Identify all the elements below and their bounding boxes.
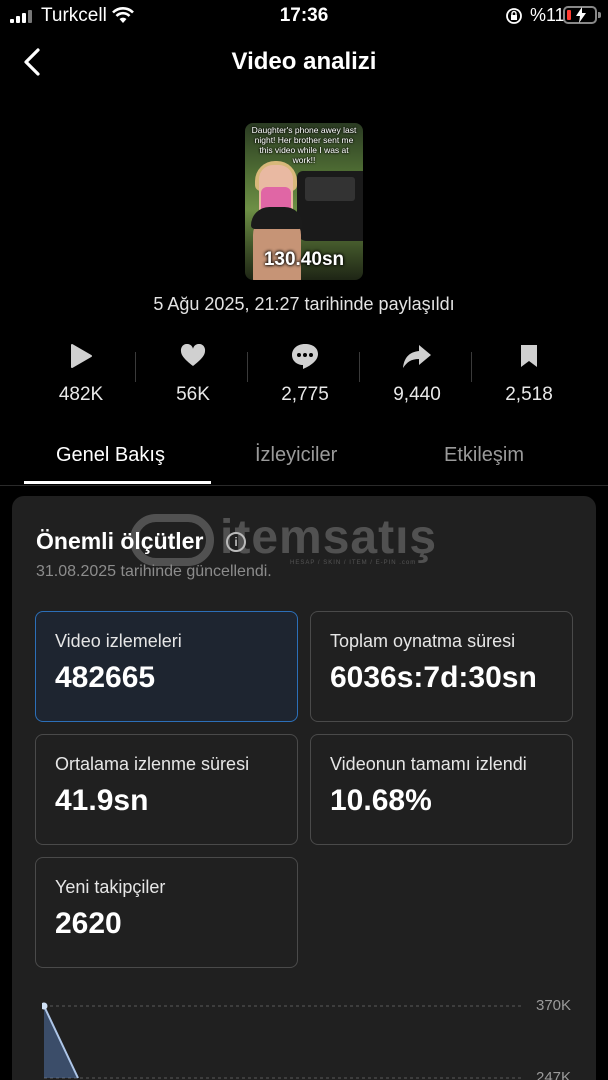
stat-divider — [247, 352, 248, 382]
engagement-stats: 482K 56K 2,775 9,440 2,518 — [25, 340, 585, 410]
stat-divider — [359, 352, 360, 382]
data-point — [42, 1002, 48, 1010]
battery-icon — [563, 6, 597, 24]
metric-value: 6036s:7d:30sn — [330, 661, 537, 694]
video-duration: 130.40sn — [263, 249, 345, 270]
stat-likes: 56K — [137, 340, 249, 410]
stat-views: 482K — [25, 340, 137, 410]
metric-label: Yeni takipçiler — [55, 877, 166, 897]
stat-value: 482K — [58, 384, 104, 405]
bookmark-icon — [521, 345, 537, 367]
metric-label: Toplam oynatma süresi — [330, 631, 516, 651]
shared-date: 5 Ağu 2025, 21:27 tarihinde paylaşıldı — [153, 294, 455, 314]
info-icon[interactable]: i — [226, 532, 246, 552]
metric-value: 10.68% — [330, 784, 432, 817]
metric-label: Video izlemeleri — [55, 631, 182, 651]
video-caption: Daughter's phone awey last night! Her br… — [251, 125, 357, 165]
metric-label: Videonun tamamı izlendi — [330, 754, 527, 774]
metric-video-views[interactable]: Video izlemeleri 482665 — [35, 611, 298, 722]
video-thumbnail[interactable]: Daughter's phone awey last night! Her br… — [245, 123, 363, 280]
page-title: Video analizi — [231, 48, 377, 75]
metric-new-followers[interactable]: Yeni takipçiler 2620 — [35, 857, 298, 968]
stat-value: 2,518 — [505, 384, 553, 405]
key-metrics-card: itemsatış HESAP / SKIN / ITEM / E-PIN .c… — [12, 496, 596, 1080]
card-title: Önemli ölçütler — [36, 528, 204, 554]
stat-divider — [471, 352, 472, 382]
views-chart-svg — [42, 1002, 522, 1079]
tab-bar: Genel Bakış İzleyiciler Etkileşim — [0, 430, 608, 486]
metric-label: Ortalama izlenme süresi — [55, 754, 250, 774]
metric-average-watch-time[interactable]: Ortalama izlenme süresi 41.9sn — [35, 734, 298, 845]
battery-nub — [598, 12, 601, 18]
play-icon — [71, 344, 92, 368]
active-tab-indicator — [24, 481, 211, 484]
stat-shares: 9,440 — [361, 340, 473, 410]
stat-value: 2,775 — [281, 384, 329, 405]
y-tick-label: 370K — [536, 997, 572, 1014]
tab-viewers[interactable]: İzleyiciler — [255, 444, 337, 467]
stat-saves: 2,518 — [473, 340, 585, 410]
stat-value: 56K — [176, 384, 210, 405]
y-tick-label: 247K — [536, 1069, 572, 1080]
stat-value: 9,440 — [393, 384, 441, 405]
metric-value: 41.9sn — [55, 784, 149, 817]
metric-full-video-watched[interactable]: Videonun tamamı izlendi 10.68% — [310, 734, 573, 845]
stat-comments: 2,775 — [249, 340, 361, 410]
views-chart: 370K 247K — [42, 996, 582, 1080]
metric-value: 2620 — [55, 907, 122, 940]
stat-divider — [135, 352, 136, 382]
comment-icon — [292, 344, 318, 369]
metric-total-play-time[interactable]: Toplam oynatma süresi 6036s:7d:30sn — [310, 611, 573, 722]
status-bar: Turkcell 17:36 %11 — [0, 0, 608, 32]
tab-overview[interactable]: Genel Bakış — [56, 444, 165, 467]
metric-value: 482665 — [55, 661, 156, 694]
orientation-lock-icon — [506, 8, 522, 24]
share-icon — [403, 345, 431, 368]
battery-percentage: %11 — [530, 5, 565, 25]
heart-icon — [180, 344, 206, 366]
tab-engagement[interactable]: Etkileşim — [444, 444, 524, 467]
updated-date: 31.08.2025 tarihinde güncellendi. — [36, 563, 272, 580]
